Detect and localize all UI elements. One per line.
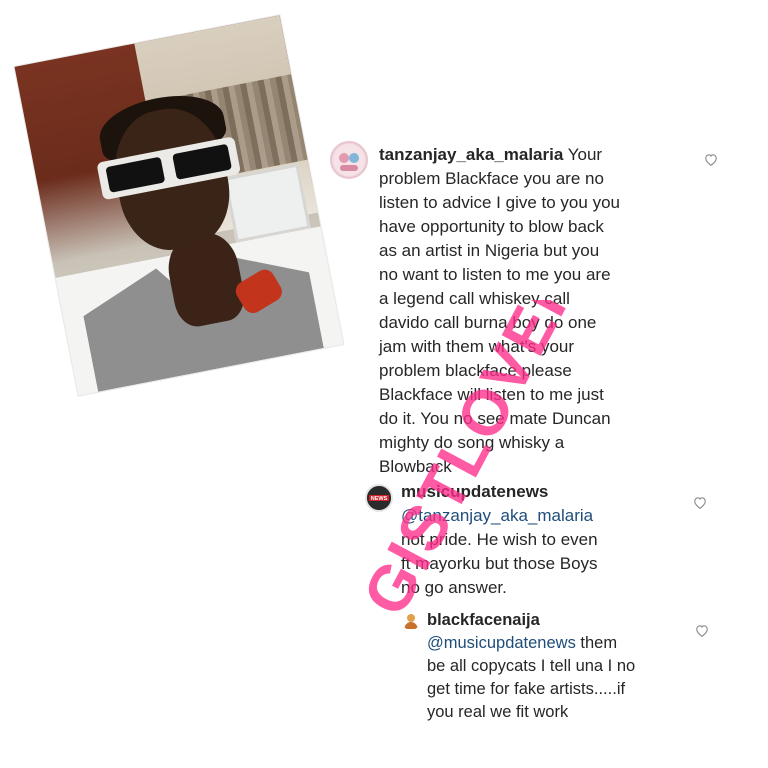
comment-text-line: mighty do song whisky a [379, 433, 565, 452]
mention-link[interactable]: @tanzanjay_aka_malaria [401, 504, 701, 528]
comment-text-line: Your [567, 145, 603, 164]
comment-text-line: get time for fake artists.....if [427, 680, 626, 698]
comment-text-line: as an artist in Nigeria but you [379, 241, 600, 260]
heart-icon[interactable] [695, 624, 709, 638]
comment-text-line: no want to listen to me you are [379, 265, 611, 284]
comment-text-line: a legend call whiskey call [379, 289, 570, 308]
news-logo-avatar-icon[interactable]: NEWS [365, 484, 393, 512]
comment-text-line: davido call burna boy do one [379, 313, 597, 332]
comment-text-line: listen to advice I give to you you [379, 193, 620, 212]
comment-text-line: you real we fit work [427, 703, 569, 721]
comment-text-line: them [575, 634, 618, 652]
comment-text-line: be all copycats I tell una I no [427, 657, 636, 675]
comment-text-line: Blowback [379, 457, 452, 476]
comment-username[interactable]: tanzanjay_aka_malaria [379, 145, 563, 164]
comment-username[interactable]: musicupdatenews [401, 480, 701, 504]
svg-text:NEWS: NEWS [371, 496, 388, 502]
comment-text-line: Blackface will listen to me just [379, 385, 604, 404]
heart-icon[interactable] [693, 496, 707, 510]
comment-text-line: do it. You no see mate Duncan [379, 409, 611, 428]
comment-text-line: no go answer. [401, 578, 507, 597]
comment-username[interactable]: blackfacenaija [427, 609, 697, 632]
mention-link[interactable]: @musicupdatenews [427, 634, 576, 652]
selfie-photo [14, 15, 344, 396]
comment-text-line: jam with them what's your [379, 337, 575, 356]
profile-avatar-icon[interactable] [402, 612, 420, 630]
photo-image [14, 15, 344, 396]
comment-text-line: have opportunity to blow back [379, 217, 604, 236]
comment-text-line: problem Blackface you are no [379, 169, 604, 188]
heart-icon[interactable] [704, 153, 718, 167]
profile-avatar-icon[interactable] [330, 141, 368, 179]
comment-text-line: ft mayorku but those Boys [401, 554, 598, 573]
comment-text-line: not pride. He wish to even [401, 530, 598, 549]
comment-text-line: problem blackface please [379, 361, 572, 380]
